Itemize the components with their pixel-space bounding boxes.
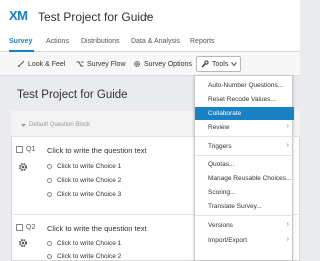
tools-label: Tools [212,60,229,68]
menu-item-label: Review [208,124,230,131]
question-text[interactable]: Click to write the question text [47,146,147,155]
menu-item-scoring[interactable]: Scoring... [195,186,294,199]
choice-item[interactable]: Click to write Choice 1 [47,240,121,247]
menu-divider [195,215,294,216]
choice-label: Click to write Choice 3 [57,191,122,198]
menu-item-label: Quotas... [208,161,235,168]
choice-item[interactable]: Click to write Choice 2 [47,253,121,260]
radio-button[interactable] [47,192,52,197]
question-id: Q2 [26,224,36,231]
menu-item-label: Manage Reusable Choices... [208,175,292,182]
menu-item-auto-number[interactable]: Auto-Number Questions... [195,79,294,92]
tab-reports[interactable]: Reports [190,38,215,45]
menu-item-label: Triggers [208,143,232,150]
question-select-checkbox[interactable] [16,224,23,231]
menu-item-quotas[interactable]: Quotas... [195,158,294,171]
chevron-right-icon: › [286,236,289,243]
block-label[interactable]: Default Question Block [21,122,90,128]
menu-item-label: Reset Recode Values... [208,96,276,103]
survey-flow-label: Survey Flow [87,60,126,68]
menu-item-label: Import/Export [208,237,248,244]
chevron-right-icon: › [286,123,289,130]
choice-label: Click to write Choice 1 [57,163,122,170]
tab-actions[interactable]: Actions [46,38,69,45]
menu-item-collaborate[interactable]: Collaborate [195,107,294,120]
menu-item-label: Versions [208,222,233,229]
paintbrush-icon [18,60,25,67]
menu-item-review[interactable]: Review › [195,121,294,134]
choice-item[interactable]: Click to write Choice 3 [47,191,121,198]
tab-distributions[interactable]: Distributions [81,38,120,45]
project-title[interactable]: Test Project for Guide [38,10,153,24]
choice-item[interactable]: Click to write Choice 1 [47,163,121,170]
menu-item-versions[interactable]: Versions › [195,219,294,232]
radio-button[interactable] [47,178,52,183]
look-feel-label: Look & Feel [28,60,66,68]
radio-button[interactable] [47,254,52,259]
block-label-text: Default Question Block [29,122,91,128]
collapse-triangle-icon [21,123,26,127]
menu-item-label: Auto-Number Questions... [208,82,284,89]
radio-button[interactable] [47,241,52,246]
tab-data-analysis[interactable]: Data & Analysis [131,38,180,45]
choice-label: Click to write Choice 2 [57,177,122,184]
menu-divider [195,155,294,156]
chevron-down-icon [231,62,238,67]
tab-survey[interactable]: Survey [9,38,32,45]
gear-icon[interactable] [18,238,28,248]
choice-label: Click to write Choice 1 [57,240,122,247]
chevron-right-icon: › [286,142,289,149]
wrench-icon [201,60,209,68]
question-select-checkbox[interactable] [16,146,23,153]
tools-menu: Auto-Number Questions... Reset Recode Va… [194,75,294,261]
survey-flow-button[interactable]: Survey Flow [76,60,126,68]
question-id: Q1 [26,146,36,153]
choice-label: Click to write Choice 2 [57,253,122,260]
survey-options-label: Survey Options [144,60,192,68]
menu-item-reset-recode[interactable]: Reset Recode Values... [195,93,294,106]
radio-button[interactable] [47,164,52,169]
menu-item-translate[interactable]: Translate Survey... [195,200,294,213]
menu-item-triggers[interactable]: Triggers › [195,140,294,153]
menu-item-reusable-choices[interactable]: Manage Reusable Choices... [195,172,294,185]
menu-item-label: Scoring... [208,189,236,196]
menu-item-import-export[interactable]: Import/Export › [195,234,294,247]
survey-options-button[interactable]: Survey Options [133,60,192,68]
look-feel-button[interactable]: Look & Feel [17,60,65,68]
survey-title: Test Project for Guide [17,89,128,101]
chevron-down-icon[interactable] [145,13,151,19]
choice-item[interactable]: Click to write Choice 2 [47,177,121,184]
gear-icon [134,61,140,67]
question-text[interactable]: Click to write the question text [47,224,147,233]
xm-logo[interactable]: XM [9,8,28,23]
tools-dropdown-button[interactable]: Tools [196,56,241,72]
chevron-right-icon: › [286,221,289,228]
menu-item-label: Collaborate [208,110,242,117]
gear-icon[interactable] [18,162,28,172]
flow-icon [76,61,84,67]
menu-divider [195,136,294,137]
menu-item-label: Translate Survey... [208,203,262,210]
